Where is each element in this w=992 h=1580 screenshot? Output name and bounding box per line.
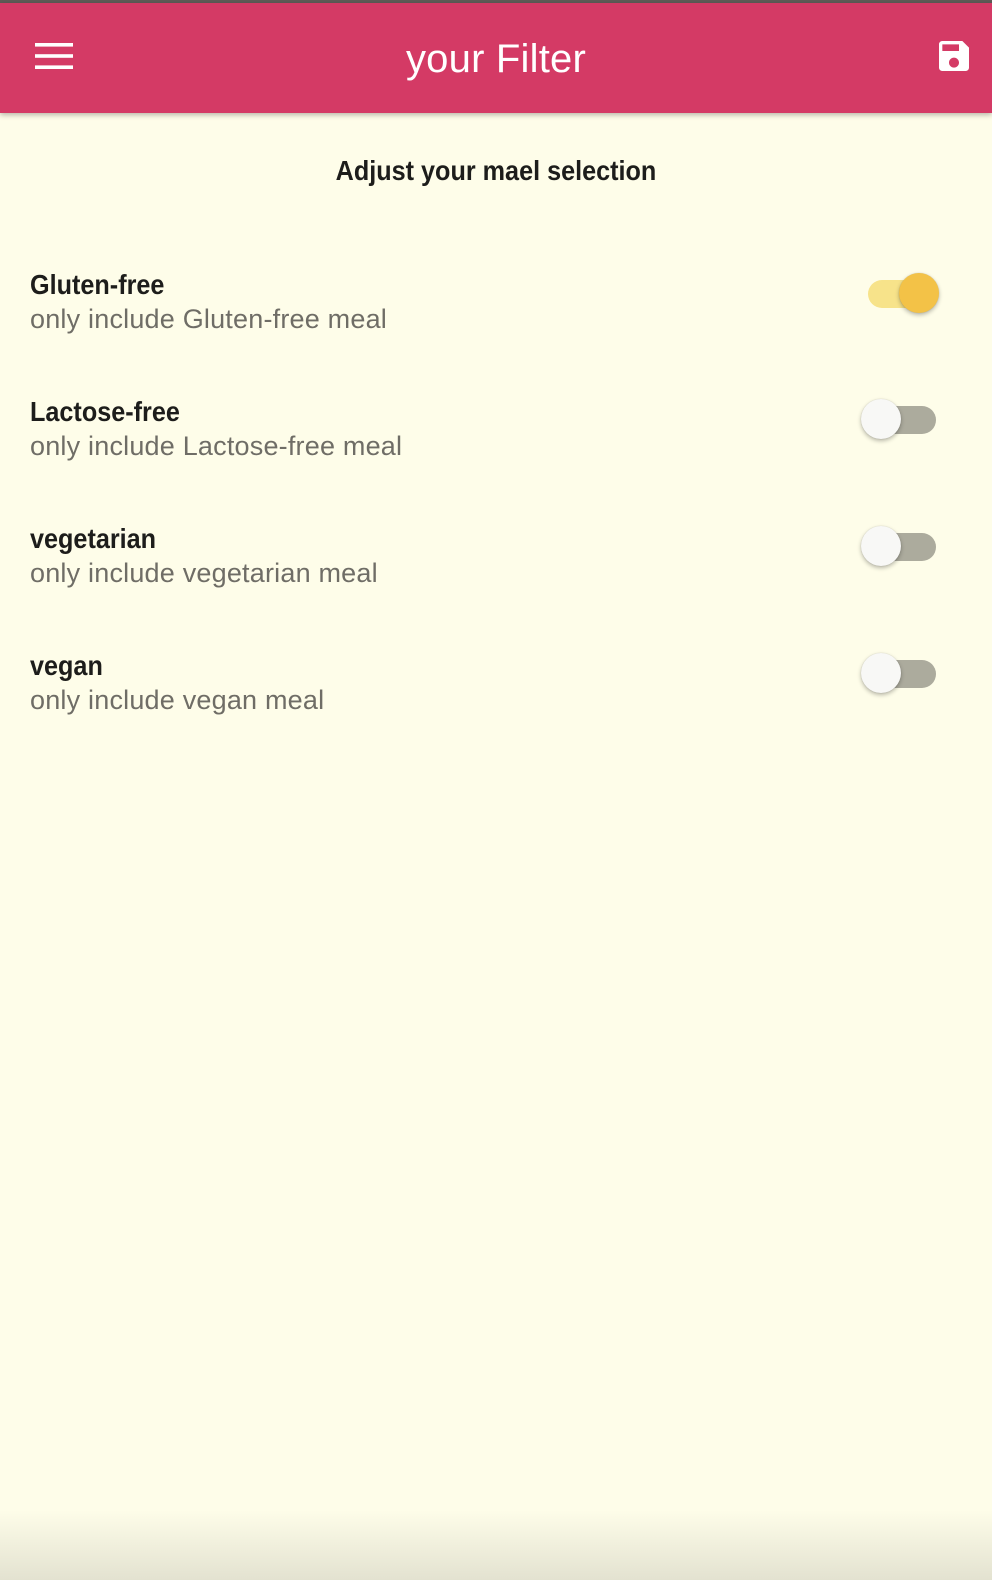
filter-row-gluten-free[interactable]: Gluten-free only include Gluten-free mea… — [0, 265, 992, 375]
switch-thumb[interactable] — [861, 653, 901, 693]
filter-subtitle: only include Lactose-free meal — [30, 431, 403, 461]
save-button[interactable] — [922, 26, 986, 90]
vegan-switch[interactable] — [860, 649, 944, 697]
lactose-free-switch[interactable] — [860, 395, 944, 443]
filter-subtitle: only include vegetarian meal — [30, 558, 378, 588]
gluten-free-switch[interactable] — [860, 269, 944, 317]
filter-subtitle: only include Gluten-free meal — [30, 304, 387, 334]
page-title: your Filter — [405, 37, 586, 81]
filter-row-vegan[interactable]: vegan only include vegan meal — [0, 646, 992, 756]
filter-row-vegetarian[interactable]: vegetarian only include vegetarian meal — [0, 519, 992, 629]
switch-thumb[interactable] — [899, 273, 939, 313]
switch-thumb[interactable] — [861, 526, 901, 566]
save-icon — [934, 36, 974, 81]
filter-row-lactose-free[interactable]: Lactose-free only include Lactose-free m… — [0, 392, 992, 502]
filter-screen-body: Adjust your mael selection Gluten-free o… — [0, 113, 992, 1580]
vegetarian-switch[interactable] — [860, 522, 944, 570]
switch-thumb[interactable] — [861, 399, 901, 439]
bottom-shadow — [0, 1510, 992, 1580]
app-bar: your Filter — [0, 3, 992, 113]
section-heading: Adjust your mael selection — [335, 155, 657, 186]
filter-subtitle: only include vegan meal — [30, 685, 325, 715]
